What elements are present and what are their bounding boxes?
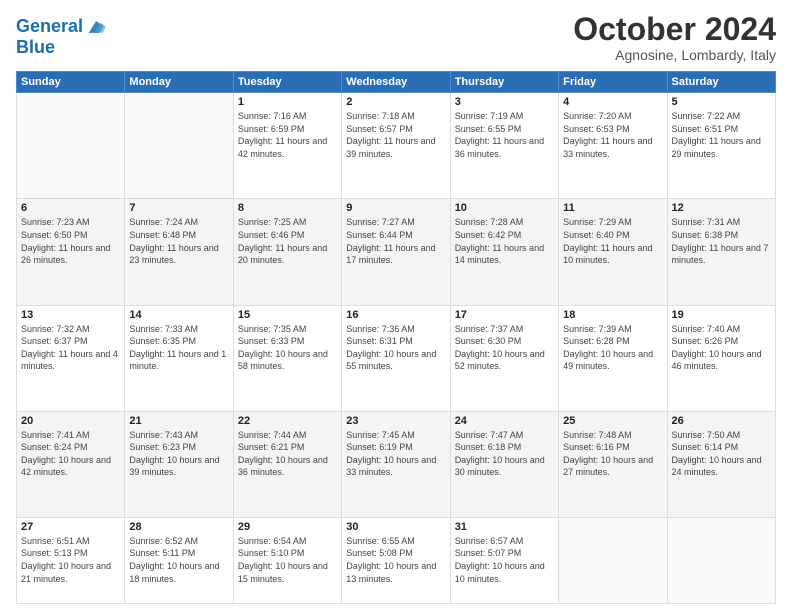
- table-row: 12Sunrise: 7:31 AMSunset: 6:38 PMDayligh…: [667, 199, 775, 305]
- table-row: 11Sunrise: 7:29 AMSunset: 6:40 PMDayligh…: [559, 199, 667, 305]
- title-block: October 2024 Agnosine, Lombardy, Italy: [573, 12, 776, 63]
- table-row: 24Sunrise: 7:47 AMSunset: 6:18 PMDayligh…: [450, 411, 558, 517]
- table-row: 19Sunrise: 7:40 AMSunset: 6:26 PMDayligh…: [667, 305, 775, 411]
- col-thursday: Thursday: [450, 72, 558, 93]
- table-row: [667, 517, 775, 603]
- table-row: 7Sunrise: 7:24 AMSunset: 6:48 PMDaylight…: [125, 199, 233, 305]
- logo-icon: [85, 16, 107, 38]
- table-row: 21Sunrise: 7:43 AMSunset: 6:23 PMDayligh…: [125, 411, 233, 517]
- table-row: 10Sunrise: 7:28 AMSunset: 6:42 PMDayligh…: [450, 199, 558, 305]
- month-title: October 2024: [573, 12, 776, 47]
- table-row: 4Sunrise: 7:20 AMSunset: 6:53 PMDaylight…: [559, 93, 667, 199]
- table-row: [125, 93, 233, 199]
- table-row: 29Sunrise: 6:54 AMSunset: 5:10 PMDayligh…: [233, 517, 341, 603]
- table-row: 27Sunrise: 6:51 AMSunset: 5:13 PMDayligh…: [17, 517, 125, 603]
- table-row: 6Sunrise: 7:23 AMSunset: 6:50 PMDaylight…: [17, 199, 125, 305]
- table-row: 20Sunrise: 7:41 AMSunset: 6:24 PMDayligh…: [17, 411, 125, 517]
- col-saturday: Saturday: [667, 72, 775, 93]
- location: Agnosine, Lombardy, Italy: [573, 47, 776, 63]
- table-row: [17, 93, 125, 199]
- table-row: 22Sunrise: 7:44 AMSunset: 6:21 PMDayligh…: [233, 411, 341, 517]
- table-row: 28Sunrise: 6:52 AMSunset: 5:11 PMDayligh…: [125, 517, 233, 603]
- table-row: 26Sunrise: 7:50 AMSunset: 6:14 PMDayligh…: [667, 411, 775, 517]
- logo: General Blue: [16, 16, 107, 58]
- calendar-table: Sunday Monday Tuesday Wednesday Thursday…: [16, 71, 776, 604]
- logo-text-line1: General: [16, 17, 83, 37]
- table-row: 13Sunrise: 7:32 AMSunset: 6:37 PMDayligh…: [17, 305, 125, 411]
- col-wednesday: Wednesday: [342, 72, 450, 93]
- col-sunday: Sunday: [17, 72, 125, 93]
- table-row: 2Sunrise: 7:18 AMSunset: 6:57 PMDaylight…: [342, 93, 450, 199]
- logo-text-line2: Blue: [16, 38, 107, 58]
- table-row: 25Sunrise: 7:48 AMSunset: 6:16 PMDayligh…: [559, 411, 667, 517]
- col-friday: Friday: [559, 72, 667, 93]
- col-monday: Monday: [125, 72, 233, 93]
- table-row: 1Sunrise: 7:16 AMSunset: 6:59 PMDaylight…: [233, 93, 341, 199]
- header: General Blue October 2024 Agnosine, Lomb…: [16, 12, 776, 63]
- col-tuesday: Tuesday: [233, 72, 341, 93]
- table-row: 30Sunrise: 6:55 AMSunset: 5:08 PMDayligh…: [342, 517, 450, 603]
- calendar-header-row: Sunday Monday Tuesday Wednesday Thursday…: [17, 72, 776, 93]
- table-row: [559, 517, 667, 603]
- table-row: 17Sunrise: 7:37 AMSunset: 6:30 PMDayligh…: [450, 305, 558, 411]
- page: General Blue October 2024 Agnosine, Lomb…: [0, 0, 792, 612]
- table-row: 14Sunrise: 7:33 AMSunset: 6:35 PMDayligh…: [125, 305, 233, 411]
- table-row: 31Sunrise: 6:57 AMSunset: 5:07 PMDayligh…: [450, 517, 558, 603]
- table-row: 23Sunrise: 7:45 AMSunset: 6:19 PMDayligh…: [342, 411, 450, 517]
- table-row: 3Sunrise: 7:19 AMSunset: 6:55 PMDaylight…: [450, 93, 558, 199]
- table-row: 16Sunrise: 7:36 AMSunset: 6:31 PMDayligh…: [342, 305, 450, 411]
- table-row: 5Sunrise: 7:22 AMSunset: 6:51 PMDaylight…: [667, 93, 775, 199]
- table-row: 15Sunrise: 7:35 AMSunset: 6:33 PMDayligh…: [233, 305, 341, 411]
- table-row: 18Sunrise: 7:39 AMSunset: 6:28 PMDayligh…: [559, 305, 667, 411]
- table-row: 9Sunrise: 7:27 AMSunset: 6:44 PMDaylight…: [342, 199, 450, 305]
- table-row: 8Sunrise: 7:25 AMSunset: 6:46 PMDaylight…: [233, 199, 341, 305]
